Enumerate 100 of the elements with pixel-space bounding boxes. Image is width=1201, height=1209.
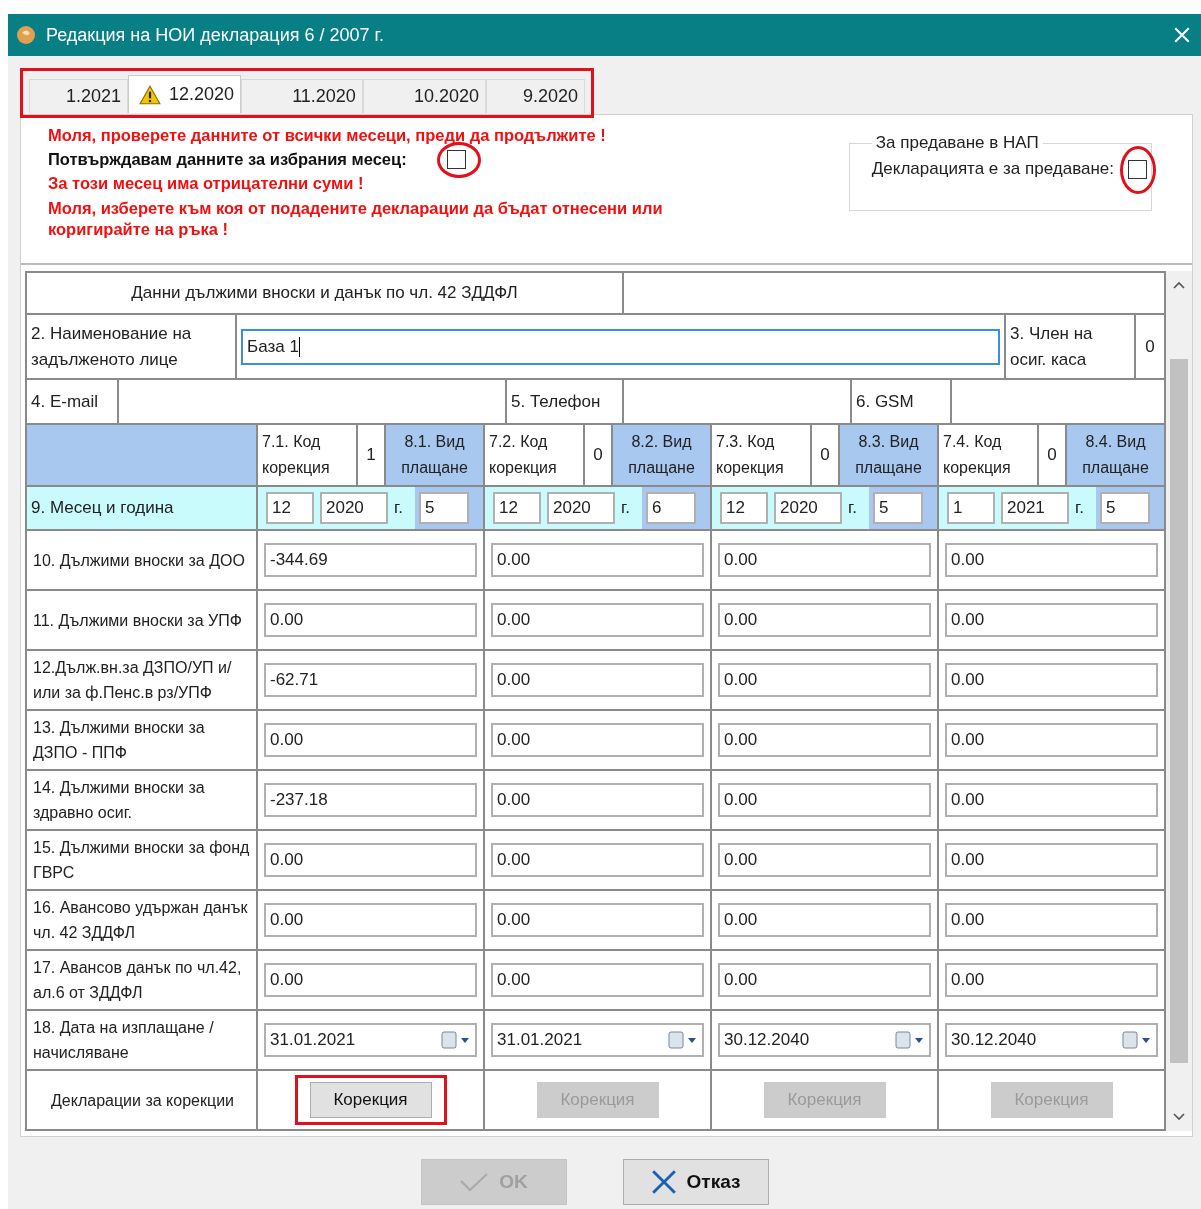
amount-field[interactable]: -62.71 (264, 663, 477, 697)
amount-field[interactable]: 0.00 (718, 903, 931, 937)
year-suffix: г. (394, 498, 403, 518)
row-label: 16. Авансово удържан данък чл. 42 ЗДДФЛ (27, 891, 256, 949)
scrollbar[interactable] (1166, 271, 1192, 1131)
cross-icon (650, 1169, 677, 1195)
code-value: 1 (358, 425, 384, 485)
amount-field[interactable]: 0.00 (718, 723, 931, 757)
date-picker[interactable]: 31.01.2021 (264, 1023, 477, 1057)
amount-field[interactable]: 0.00 (718, 843, 931, 877)
payment-type-field[interactable]: 5 (873, 492, 923, 524)
close-icon[interactable] (1173, 26, 1191, 44)
column-header: 7.3. Код корекция (712, 425, 810, 485)
checkbox-label: Декларацията е за предаване: (871, 159, 1114, 179)
amount-field[interactable]: 0.00 (491, 603, 704, 637)
amount-field[interactable]: 0.00 (718, 783, 931, 817)
payment-type-field[interactable]: 5 (1100, 492, 1150, 524)
payment-type-field[interactable]: 5 (419, 492, 469, 524)
amount-field[interactable]: 0.00 (491, 543, 704, 577)
month-tab[interactable]: 1.2021 (29, 79, 129, 113)
check-icon (459, 1172, 490, 1192)
error-message: За този месец има отрицателни суми ! (48, 173, 365, 194)
row-label: 12.Дълж.вн.за ДЗПО/УП и/или за ф.Пенс.в рз/УПФ (27, 651, 256, 709)
year-field[interactable]: 2020 (774, 492, 842, 524)
year-field[interactable]: 2020 (547, 492, 615, 524)
submit-checkbox[interactable] (1128, 159, 1147, 179)
gsm-field[interactable] (952, 380, 1164, 423)
amount-field[interactable]: 0.00 (264, 723, 477, 757)
column-header: 7.4. Код корекция (939, 425, 1037, 485)
field-label: 2. Наименование на задълженото лице (27, 315, 235, 378)
confirm-checkbox[interactable] (446, 150, 466, 169)
amount-field[interactable]: 0.00 (718, 663, 931, 697)
calendar-dropdown-icon (668, 1031, 698, 1049)
row-label: 15. Дължими вноски за фонд ГВРС (27, 831, 256, 889)
column-header: 8.4. Вид плащане (1067, 425, 1164, 485)
error-message: Моля, изберете към коя от подадените декларации да бъдат отнесени или коригирайте на ръка ! (48, 198, 664, 240)
code-value: 0 (1039, 425, 1065, 485)
amount-field[interactable]: -344.69 (264, 543, 477, 577)
amount-field[interactable]: 0.00 (945, 723, 1158, 757)
correction-button[interactable]: Корекция (309, 1082, 432, 1118)
section-title: Данни дължими вноски и данък по чл. 42 ЗДДФЛ (27, 273, 622, 313)
year-suffix: г. (621, 498, 630, 518)
year-field[interactable]: 2020 (320, 492, 388, 524)
month-tab[interactable]: 11.2020 (241, 79, 363, 113)
app-icon (16, 25, 36, 45)
highlight-ellipse (436, 142, 481, 178)
amount-field[interactable]: 0.00 (945, 543, 1158, 577)
row-label: 17. Авансов данък по чл.42, ал.6 от ЗДДФЛ (27, 951, 256, 1009)
month-tab[interactable]: 9.2020 (485, 79, 585, 113)
group-title: За предаване в НАП (874, 133, 1040, 153)
amount-field[interactable]: 0.00 (945, 963, 1158, 997)
date-picker[interactable]: 30.12.2040 (945, 1023, 1158, 1057)
cancel-button[interactable]: Отказ (622, 1159, 769, 1205)
member-value: 0 (1136, 315, 1164, 378)
field-label: 3. Член на осиг. каса (1006, 315, 1134, 378)
month-field[interactable]: 12 (720, 492, 768, 524)
amount-field[interactable]: 0.00 (264, 603, 477, 637)
amount-field[interactable]: 0.00 (718, 963, 931, 997)
phone-field[interactable] (624, 380, 850, 423)
field-label: 4. E-mail (27, 380, 117, 423)
amount-field[interactable]: 0.00 (945, 903, 1158, 937)
amount-field[interactable]: 0.00 (945, 843, 1158, 877)
amount-field[interactable]: 0.00 (945, 603, 1158, 637)
year-field[interactable]: 2021 (1001, 492, 1069, 524)
highlight-ellipse (1120, 145, 1156, 194)
scroll-up-icon[interactable] (1173, 281, 1185, 289)
amount-field[interactable]: 0.00 (491, 843, 704, 877)
row-label: 11. Дължими вноски за УПФ (27, 591, 256, 649)
month-field[interactable]: 1 (947, 492, 995, 524)
row-label: 14. Дължими вноски за здравно осиг. (27, 771, 256, 829)
column-header: 8.3. Вид плащане (840, 425, 937, 485)
scroll-down-icon[interactable] (1173, 1113, 1185, 1121)
month-tab[interactable]: 12.2020 (128, 75, 242, 113)
amount-field[interactable]: 0.00 (491, 963, 704, 997)
amount-field[interactable]: 0.00 (491, 663, 704, 697)
amount-field[interactable]: -237.18 (264, 783, 477, 817)
month-field[interactable]: 12 (266, 492, 314, 524)
amount-field[interactable]: 0.00 (491, 903, 704, 937)
amount-field[interactable]: 0.00 (264, 843, 477, 877)
code-value: 0 (585, 425, 611, 485)
column-header: 7.1. Код корекция (258, 425, 356, 485)
amount-field[interactable]: 0.00 (718, 543, 931, 577)
month-field[interactable]: 12 (493, 492, 541, 524)
date-picker[interactable]: 31.01.2021 (491, 1023, 704, 1057)
month-tab[interactable]: 10.2020 (362, 79, 486, 113)
amount-field[interactable]: 0.00 (945, 783, 1158, 817)
amount-field[interactable]: 0.00 (491, 723, 704, 757)
amount-field[interactable]: 0.00 (945, 663, 1158, 697)
amount-field[interactable]: 0.00 (491, 783, 704, 817)
amount-field[interactable]: 0.00 (264, 903, 477, 937)
year-suffix: г. (848, 498, 857, 518)
calendar-dropdown-icon (441, 1031, 471, 1049)
amount-field[interactable]: 0.00 (718, 603, 931, 637)
name-field[interactable]: База 1 (241, 328, 1000, 365)
amount-field[interactable]: 0.00 (264, 963, 477, 997)
year-suffix: г. (1075, 498, 1084, 518)
payment-type-field[interactable]: 6 (646, 492, 696, 524)
email-field[interactable] (119, 380, 505, 423)
date-picker[interactable]: 30.12.2040 (718, 1023, 931, 1057)
row-label: 10. Дължими вноски за ДОО (27, 531, 256, 589)
